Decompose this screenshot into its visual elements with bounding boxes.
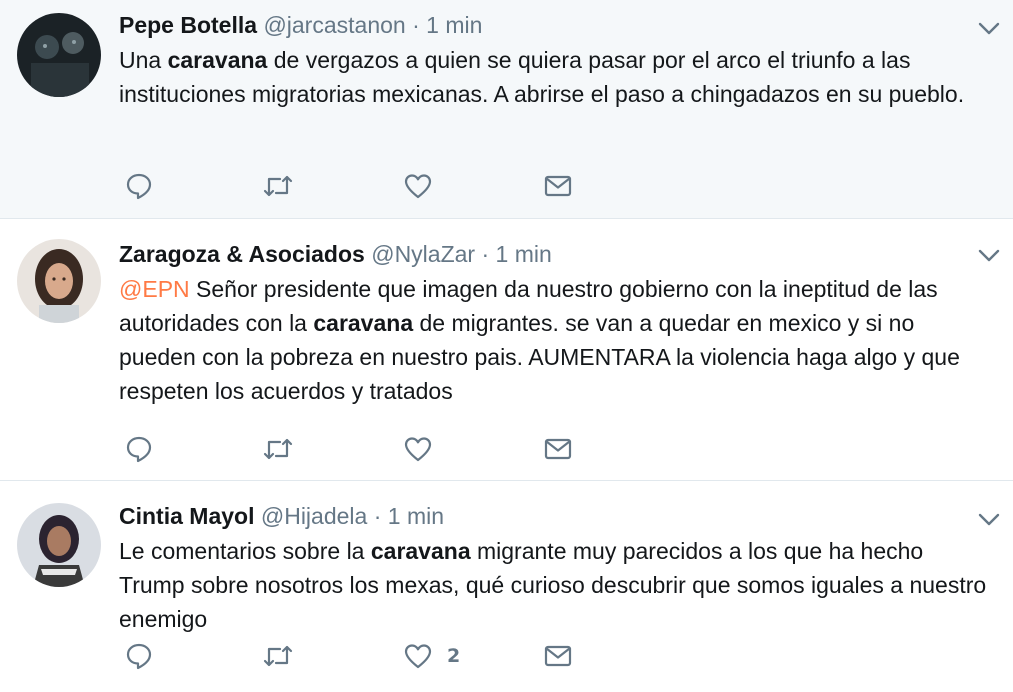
tweet-card[interactable]: Cintia Mayol @Hijadela · 1 min Le coment… <box>0 481 1013 692</box>
separator: · <box>412 12 420 38</box>
direct-message-button[interactable] <box>543 171 573 201</box>
like-button[interactable]: 2 <box>403 641 460 671</box>
like-button[interactable] <box>403 434 447 464</box>
user-handle[interactable]: @Hijadela <box>261 503 367 529</box>
tweet-text-part: Le comentarios sobre la <box>119 538 371 564</box>
heart-icon <box>404 644 432 669</box>
tweet-content: Cintia Mayol @Hijadela · 1 min Le coment… <box>119 499 993 636</box>
tweet-card[interactable]: Pepe Botella @jarcastanon · 1 min Una ca… <box>0 0 1013 219</box>
display-name[interactable]: Pepe Botella <box>119 12 257 38</box>
heart-icon <box>404 437 432 462</box>
user-handle[interactable]: @jarcastanon <box>263 12 405 38</box>
tweet-content: Zaragoza & Asociados @NylaZar · 1 min @E… <box>119 237 993 408</box>
chevron-down-icon[interactable] <box>977 243 1001 267</box>
envelope-icon <box>544 175 572 197</box>
tweet-feed: Pepe Botella @jarcastanon · 1 min Una ca… <box>0 0 1013 692</box>
user-handle[interactable]: @NylaZar <box>371 241 475 267</box>
reply-icon <box>126 643 152 670</box>
retweet-icon <box>263 645 293 667</box>
retweet-button[interactable] <box>261 641 295 671</box>
retweet-icon <box>263 438 293 460</box>
retweet-icon <box>263 175 293 197</box>
tweet-header: Zaragoza & Asociados @NylaZar · 1 min <box>119 237 993 271</box>
search-highlight: caravana <box>167 47 268 73</box>
separator: · <box>481 241 490 267</box>
reply-button[interactable] <box>124 641 154 671</box>
tweet-text: Le comentarios sobre la caravana migrant… <box>119 534 993 636</box>
timestamp[interactable]: 1 min <box>388 503 444 529</box>
direct-message-button[interactable] <box>543 434 573 464</box>
timestamp[interactable]: 1 min <box>426 12 482 38</box>
chevron-down-icon[interactable] <box>977 507 1001 531</box>
search-highlight: caravana <box>370 538 471 564</box>
timestamp[interactable]: 1 min <box>496 241 552 267</box>
reply-button[interactable] <box>124 434 154 464</box>
direct-message-button[interactable] <box>543 641 573 671</box>
tweet-card[interactable]: Zaragoza & Asociados @NylaZar · 1 min @E… <box>0 219 1013 481</box>
tweet-text: Una caravana de vergazos a quien se quie… <box>119 43 993 111</box>
separator: · <box>373 503 382 529</box>
chevron-down-icon[interactable] <box>977 16 1001 40</box>
tweet-text: @EPN Señor presidente que imagen da nues… <box>119 272 993 408</box>
like-count: 2 <box>447 645 461 667</box>
avatar[interactable] <box>17 239 101 323</box>
tweet-text-part: Una <box>119 47 168 73</box>
display-name[interactable]: Zaragoza & Asociados <box>119 241 365 267</box>
reply-icon <box>126 173 152 200</box>
reply-button[interactable] <box>124 171 154 201</box>
reply-icon <box>126 436 152 463</box>
retweet-button[interactable] <box>261 171 295 201</box>
mention-link[interactable]: @EPN <box>119 276 190 302</box>
tweet-header: Pepe Botella @jarcastanon · 1 min <box>119 8 993 42</box>
avatar[interactable] <box>17 503 101 587</box>
envelope-icon <box>544 645 572 667</box>
heart-icon <box>404 174 432 199</box>
tweet-header: Cintia Mayol @Hijadela · 1 min <box>119 499 993 533</box>
tweet-content: Pepe Botella @jarcastanon · 1 min Una ca… <box>119 8 993 111</box>
avatar[interactable] <box>17 13 101 97</box>
envelope-icon <box>544 438 572 460</box>
retweet-button[interactable] <box>261 434 295 464</box>
display-name[interactable]: Cintia Mayol <box>119 503 254 529</box>
like-button[interactable] <box>403 171 447 201</box>
search-highlight: caravana <box>313 310 414 336</box>
